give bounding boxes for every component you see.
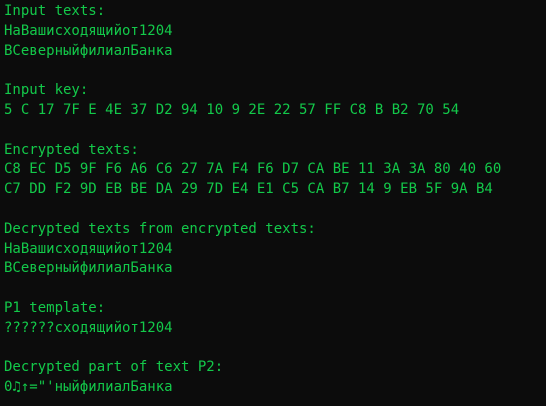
decrypted-p2-value: 0♫↑="'ныйфилиалБанка: [4, 379, 173, 396]
decrypted-text-line-2: ВСеверныйфилиалБанка: [4, 260, 173, 277]
decrypted-text-line-1: НаВашисходящийот1204: [4, 240, 173, 257]
decrypted-p2-label: Decrypted part of text P2:: [4, 359, 224, 376]
input-key-label: Input key:: [4, 82, 89, 99]
console-window[interactable]: Input texts: НаВашисходящийот1204 ВСеверны…: [0, 0, 546, 406]
input-text-line-1: НаВашисходящийот1204: [4, 22, 173, 39]
input-text-line-2: ВСеверныйфилиалБанка: [4, 42, 173, 59]
encrypted-text-line-2: C7 DD F2 9D EB BE DA 29 7D E4 E1 C5 CA B…: [4, 181, 493, 198]
input-texts-label: Input texts:: [4, 3, 106, 19]
p1-template-label: P1 template:: [4, 299, 106, 316]
input-key-value: 5 C 17 7F E 4E 37 D2 94 10 9 2E 22 57 FF…: [4, 101, 460, 118]
encrypted-texts-label: Encrypted texts:: [4, 141, 139, 158]
p1-template-value: ??????сходящийот1204: [4, 319, 173, 336]
encrypted-text-line-1: C8 EC D5 9F F6 A6 C6 27 7A F4 F6 D7 CA B…: [4, 161, 502, 178]
decrypted-texts-label: Decrypted texts from encrypted texts:: [4, 220, 316, 237]
